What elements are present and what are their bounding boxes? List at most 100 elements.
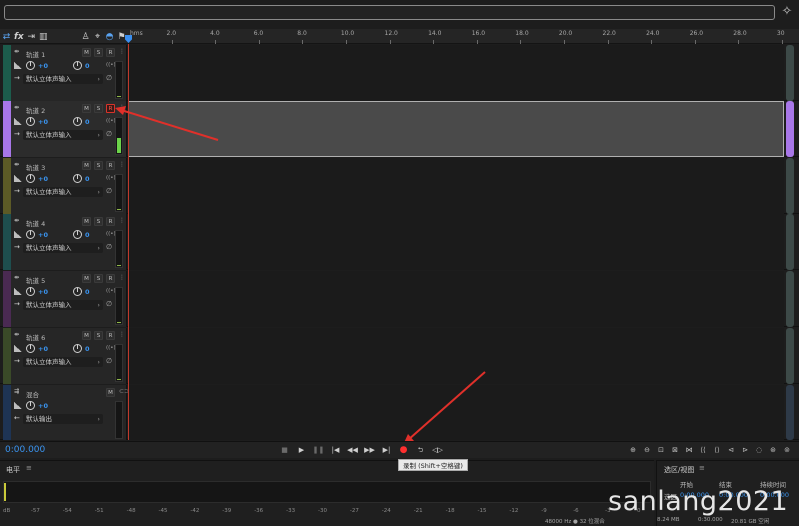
track-lane[interactable]: [128, 45, 784, 101]
solo-button[interactable]: S: [94, 274, 103, 283]
pan-value[interactable]: 0: [85, 118, 90, 126]
record-arm-button[interactable]: R: [106, 161, 115, 170]
track-header[interactable]: ⇹ 轨道 3 M S R ⋮ +0 0 ((•)) → 默认立体声输入 › ∅: [11, 158, 127, 214]
volume-value[interactable]: +0: [38, 62, 48, 70]
input-select[interactable]: 默认立体声输入 ›: [23, 130, 103, 140]
pan-knob[interactable]: [73, 174, 82, 183]
rewind-button[interactable]: ◀◀: [346, 445, 359, 456]
zoom-in-point-icon[interactable]: ⊲: [725, 445, 737, 456]
more-icon[interactable]: ⋮: [119, 161, 125, 168]
track-name[interactable]: 轨道 4: [26, 218, 45, 228]
pause-button[interactable]: ❚❚: [312, 445, 325, 456]
track-header[interactable]: ⇶ 混合 M ⊂⊃ +0 ← 默认输出 ›: [11, 385, 129, 440]
timecode-display[interactable]: 0:00.000: [5, 445, 45, 455]
pan-knob[interactable]: [73, 287, 82, 296]
eq-icon[interactable]: ▥: [39, 30, 48, 44]
more-icon[interactable]: ⋮: [119, 48, 125, 55]
mute-button[interactable]: M: [82, 161, 91, 170]
track-lane[interactable]: [128, 271, 784, 327]
solo-button[interactable]: S: [94, 331, 103, 340]
input-select[interactable]: 默认立体声输入 ›: [23, 243, 103, 253]
track-header[interactable]: ⇹ 轨道 4 M S R ⋮ +0 0 ((•)) → 默认立体声输入 › ∅: [11, 214, 127, 270]
phase-invert-icon[interactable]: ∅: [106, 243, 112, 251]
mute-button[interactable]: M: [82, 331, 91, 340]
track-name[interactable]: 轨道 5: [26, 275, 45, 285]
volume-value[interactable]: +0: [38, 231, 48, 239]
pan-knob[interactable]: [73, 61, 82, 70]
pan-value[interactable]: 0: [85, 288, 90, 296]
headphones-icon[interactable]: ◓: [105, 30, 114, 44]
zoom-in-amplitude-icon[interactable]: ⊕: [627, 445, 639, 456]
volume-knob[interactable]: [26, 174, 35, 183]
track-scrollbar[interactable]: [786, 385, 794, 440]
solo-button[interactable]: S: [94, 217, 103, 226]
volume-value[interactable]: +0: [38, 118, 48, 126]
phase-invert-icon[interactable]: ∅: [106, 357, 112, 365]
pan-knob[interactable]: [73, 117, 82, 126]
phase-invert-icon[interactable]: ∅: [106, 300, 112, 308]
zoom-selection-icon[interactable]: ⊡: [655, 445, 667, 456]
volume-knob[interactable]: [26, 117, 35, 126]
track-lane[interactable]: [128, 101, 784, 157]
zoom-time-in-icon[interactable]: ⊛: [767, 445, 779, 456]
track-lane[interactable]: [128, 214, 784, 270]
panel-menu-icon[interactable]: ≡: [26, 464, 32, 472]
volume-value[interactable]: +0: [38, 288, 48, 296]
pan-knob[interactable]: [73, 230, 82, 239]
record-arm-button[interactable]: R: [106, 331, 115, 340]
record-arm-button[interactable]: R: [106, 217, 115, 226]
sends-icon[interactable]: ⇥: [27, 30, 36, 44]
sparkle-icon[interactable]: ✧: [780, 4, 794, 20]
record-arm-button[interactable]: R: [106, 48, 115, 57]
volume-value[interactable]: +0: [38, 402, 48, 410]
mute-button[interactable]: M: [82, 48, 91, 57]
mute-button[interactable]: M: [82, 217, 91, 226]
pan-value[interactable]: 0: [85, 62, 90, 70]
zoom-out-amplitude-icon[interactable]: ⊖: [641, 445, 653, 456]
volume-knob[interactable]: [26, 344, 35, 353]
more-icon[interactable]: ⋮: [119, 274, 125, 281]
loop-playback-button[interactable]: ⮌: [414, 445, 427, 456]
record-button[interactable]: ●: [397, 445, 410, 456]
mute-button[interactable]: M: [106, 388, 115, 397]
phase-invert-icon[interactable]: ∅: [106, 187, 112, 195]
go-to-start-button[interactable]: |◀: [329, 445, 342, 456]
input-select[interactable]: 默认立体声输入 ›: [23, 357, 103, 367]
zoom-track-icon[interactable]: ⊠: [669, 445, 681, 456]
marker-icon[interactable]: ⚑: [117, 30, 126, 44]
play-button[interactable]: ▶: [295, 445, 308, 456]
track-lane[interactable]: [128, 158, 784, 214]
volume-knob[interactable]: [26, 61, 35, 70]
volume-value[interactable]: +0: [38, 175, 48, 183]
track-lane[interactable]: [128, 385, 784, 440]
stop-button[interactable]: ■: [278, 445, 291, 456]
volume-knob[interactable]: [26, 287, 35, 296]
volume-value[interactable]: +0: [38, 345, 48, 353]
track-name[interactable]: 轨道 3: [26, 162, 45, 172]
track-name[interactable]: 混合: [26, 389, 39, 399]
pan-knob[interactable]: [73, 344, 82, 353]
fast-forward-button[interactable]: ▶▶: [363, 445, 376, 456]
inputs-outputs-icon[interactable]: ⇄: [2, 30, 11, 44]
track-scrollbar[interactable]: [786, 45, 794, 101]
track-header[interactable]: ⇹ 轨道 1 M S R ⋮ +0 0 ((•)) → 默认立体声输入 › ∅: [11, 45, 127, 101]
mute-button[interactable]: M: [82, 104, 91, 113]
pan-value[interactable]: 0: [85, 345, 90, 353]
phase-invert-icon[interactable]: ∅: [106, 74, 112, 82]
track-scrollbar[interactable]: [786, 214, 794, 270]
track-header[interactable]: ⇹ 轨道 5 M S R ⋮ +0 0 ((•)) → 默认立体声输入 › ∅: [11, 271, 127, 327]
zoom-in-time-icon[interactable]: ⋈: [683, 445, 695, 456]
track-scrollbar[interactable]: [786, 158, 794, 214]
more-icon[interactable]: ⋮: [119, 217, 125, 224]
input-select[interactable]: 默认立体声输入 ›: [23, 300, 103, 310]
go-to-end-button[interactable]: ▶|: [380, 445, 393, 456]
metronome-icon[interactable]: ♙: [81, 30, 90, 44]
solo-button[interactable]: S: [94, 104, 103, 113]
volume-knob[interactable]: [26, 230, 35, 239]
input-select[interactable]: 默认立体声输入 ›: [23, 187, 103, 197]
track-lane[interactable]: [128, 328, 784, 384]
track-name[interactable]: 轨道 2: [26, 105, 45, 115]
volume-knob[interactable]: [26, 401, 35, 410]
pan-value[interactable]: 0: [85, 231, 90, 239]
snap-icon[interactable]: ⌖: [93, 30, 102, 44]
